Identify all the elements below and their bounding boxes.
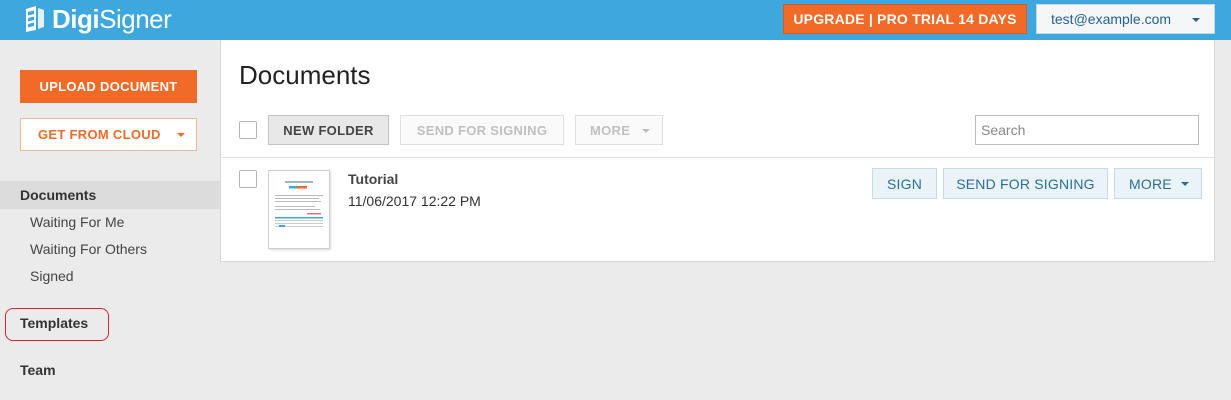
- row-more-button[interactable]: MORE: [1114, 168, 1202, 199]
- select-all-checkbox[interactable]: [239, 121, 257, 139]
- more-button[interactable]: MORE: [575, 115, 663, 145]
- more-label: MORE: [590, 122, 631, 138]
- sidebar-item-signed[interactable]: Signed: [30, 268, 74, 284]
- document-checkbox[interactable]: [239, 170, 257, 188]
- get-from-cloud-button[interactable]: GET FROM CLOUD: [20, 118, 197, 151]
- new-folder-button[interactable]: NEW FOLDER: [268, 115, 389, 145]
- user-email: test@example.com: [1051, 11, 1172, 27]
- sidebar-item-documents[interactable]: Documents: [0, 181, 220, 209]
- upload-document-button[interactable]: UPLOAD DOCUMENT: [20, 70, 197, 103]
- logo-text: DigiSigner: [52, 4, 172, 34]
- sign-button[interactable]: SIGN: [872, 168, 937, 199]
- page-title: Documents: [239, 60, 371, 90]
- user-menu-button[interactable]: test@example.com: [1036, 4, 1215, 34]
- logo-mark-icon: [26, 6, 44, 32]
- sidebar-item-waiting-for-me[interactable]: Waiting For Me: [30, 214, 124, 230]
- top-bar: DigiSigner UPGRADE | PRO TRIAL 14 DAYS t…: [0, 0, 1231, 40]
- chevron-down-icon: [642, 129, 650, 133]
- document-name[interactable]: Tutorial: [348, 171, 398, 187]
- upgrade-button[interactable]: UPGRADE | PRO TRIAL 14 DAYS: [783, 4, 1027, 34]
- chevron-down-icon: [1181, 182, 1189, 186]
- sidebar-item-team[interactable]: Team: [20, 362, 56, 378]
- chevron-down-icon: [177, 133, 185, 137]
- get-from-cloud-label: GET FROM CLOUD: [38, 127, 161, 142]
- divider: [221, 157, 1214, 158]
- logo-text-bold: Digi: [52, 4, 100, 34]
- digisigner-logo[interactable]: DigiSigner: [22, 4, 172, 34]
- logo-text-light: Signer: [99, 4, 172, 34]
- sidebar-item-waiting-for-others[interactable]: Waiting For Others: [30, 241, 147, 257]
- chevron-down-icon: [1192, 18, 1200, 22]
- document-date: 11/06/2017 12:22 PM: [348, 193, 481, 209]
- document-preview-icon: [275, 181, 323, 227]
- documents-panel: Documents NEW FOLDER SEND FOR SIGNING MO…: [220, 40, 1215, 262]
- sidebar-item-templates[interactable]: Templates: [20, 315, 88, 331]
- row-send-for-signing-button[interactable]: SEND FOR SIGNING: [943, 168, 1108, 199]
- document-thumbnail[interactable]: [268, 170, 330, 249]
- row-more-label: MORE: [1129, 175, 1172, 192]
- search-input[interactable]: [975, 115, 1199, 145]
- send-for-signing-button[interactable]: SEND FOR SIGNING: [400, 115, 564, 145]
